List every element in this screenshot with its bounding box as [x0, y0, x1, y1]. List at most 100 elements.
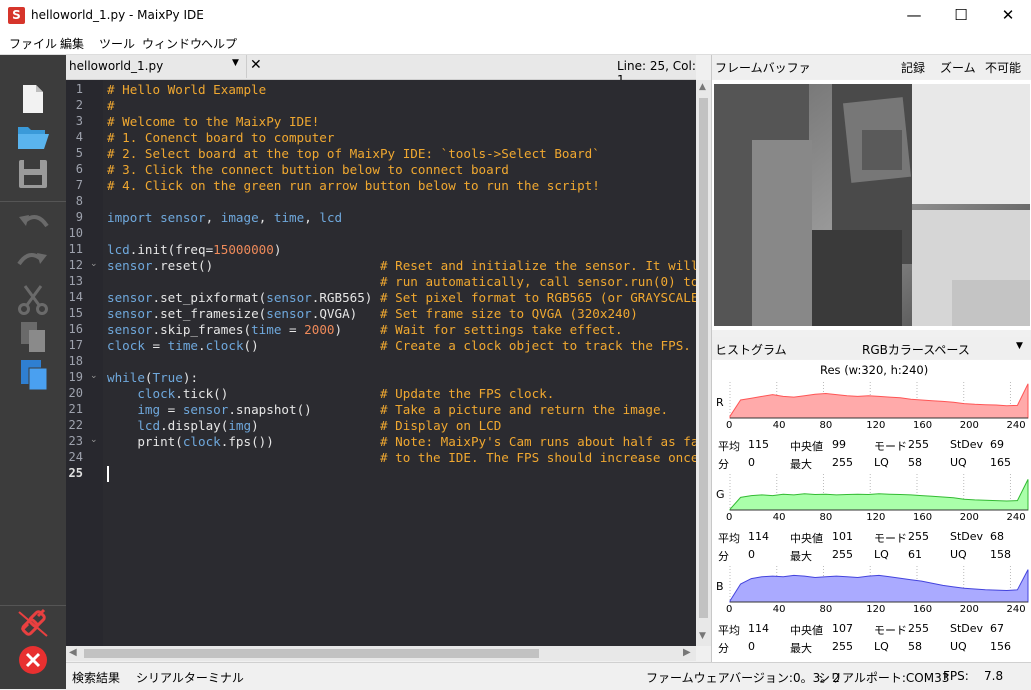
code-line: # 2. Select board at the top of MaixPy I… [107, 146, 600, 161]
fold-toggle-icon[interactable]: ⌄ [90, 259, 98, 269]
stat-uq-label: UQ [950, 640, 967, 653]
tick-label: 0 [726, 420, 733, 431]
line-number: 16 [68, 322, 83, 336]
stat-mean-label: 平均 [718, 624, 740, 637]
stat-max-label: 最大 [790, 642, 812, 655]
menu-tools[interactable]: ツール [99, 35, 135, 52]
fold-toggle-icon[interactable]: ⌄ [90, 371, 98, 381]
fps-label: FPS: [943, 669, 969, 683]
scroll-up-icon[interactable]: ▲ [699, 82, 706, 92]
stat-stdev: 67 [990, 622, 1004, 635]
undo-icon[interactable] [13, 207, 53, 241]
tick-label: 40 [772, 420, 786, 431]
paste-icon[interactable] [13, 357, 53, 391]
maximize-button[interactable]: ☐ [938, 0, 984, 30]
histogram-area-fill [729, 479, 1029, 511]
code-line: # Hello World Example [107, 82, 267, 97]
cut-icon[interactable] [13, 283, 53, 317]
file-selector[interactable]: helloworld_1.py ▼ [66, 55, 247, 78]
line-number: 24 [68, 450, 83, 464]
framebuffer-title: フレームバッファ [715, 61, 811, 75]
horizontal-scroll-thumb[interactable] [84, 649, 539, 658]
line-number: 18 [68, 354, 83, 368]
tick-label: 240 [1006, 604, 1026, 615]
stat-mode: 255 [908, 622, 929, 635]
stat-mean: 114 [748, 622, 769, 635]
tick-label: 160 [912, 604, 933, 615]
menu-bar: ファイル 編集 ツール ウィンドウ ヘルプ [0, 32, 1031, 55]
stat-median-label: 中央値 [790, 440, 823, 453]
open-folder-icon[interactable] [13, 119, 53, 153]
zoom-button[interactable]: ズーム [940, 59, 976, 76]
line-number: 11 [68, 242, 83, 256]
stat-min-label: 分 [718, 642, 729, 655]
vertical-scrollbar[interactable]: ▲ ▼ [696, 80, 711, 646]
code-line: # run automatically, call sensor.run(0) … [107, 274, 696, 289]
stat-mode-label: モード [874, 440, 907, 453]
stat-mode: 255 [908, 530, 929, 543]
redo-icon[interactable] [13, 245, 53, 279]
line-number: 12 [68, 258, 83, 272]
scroll-right-icon[interactable]: ▶ [683, 647, 691, 658]
line-number: 9 [75, 210, 83, 224]
copy-icon[interactable] [13, 320, 53, 354]
tick-label: 160 [912, 420, 933, 431]
camera-image [714, 84, 1030, 326]
menu-file[interactable]: ファイル [9, 35, 57, 52]
close-file-icon[interactable]: ✕ [250, 57, 262, 73]
scroll-down-icon[interactable]: ▼ [699, 631, 706, 641]
code-line: # [107, 98, 115, 113]
line-number: 17 [68, 338, 83, 352]
stat-min: 0 [748, 640, 755, 653]
code-editor[interactable]: 1 2 3 4 5 6 7 8 9 10 11 12 ⌄ 13 14 15 16 17 18 19 ⌄ 20 21 22 23 ⌄… [66, 80, 696, 646]
menu-edit[interactable]: 編集 [60, 35, 84, 52]
stat-mean: 115 [748, 438, 769, 451]
menu-help[interactable]: ヘルプ [201, 35, 237, 52]
record-button[interactable]: 記録 [901, 59, 925, 76]
save-icon[interactable] [13, 157, 53, 191]
scroll-left-icon[interactable]: ◀ [69, 647, 77, 658]
close-button[interactable]: ✕ [985, 0, 1031, 30]
minimize-button[interactable]: — [891, 0, 937, 30]
editor-header: helloworld_1.py ▼ ✕ Line: 25, Col: 1 [66, 55, 696, 87]
vertical-scroll-thumb[interactable] [699, 98, 708, 618]
disable-button[interactable]: 不可能 [985, 59, 1021, 76]
chevron-down-icon[interactable]: ▼ [1016, 341, 1023, 351]
tick-label: 200 [959, 604, 979, 615]
search-results-tab[interactable]: 検索結果 [72, 669, 120, 686]
line-number: 3 [75, 114, 83, 128]
menu-window[interactable]: ウィンドウ [142, 35, 202, 52]
connect-icon[interactable] [13, 606, 53, 640]
code-line: # to the IDE. The FPS should increase on… [379, 450, 696, 465]
stat-median-label: 中央値 [790, 532, 823, 545]
stat-min: 0 [748, 456, 755, 469]
code-line: clock = time.clock() # Create a clock ob… [107, 338, 691, 353]
line-number: 25 [68, 466, 83, 480]
line-number: 14 [68, 290, 83, 304]
stat-lq-label: LQ [874, 548, 889, 561]
stat-stdev-label: StDev [950, 622, 984, 635]
fold-toggle-icon[interactable]: ⌄ [90, 435, 98, 445]
serial-terminal-tab[interactable]: シリアルターミナル [136, 669, 244, 686]
line-number-gutter: 1 2 3 4 5 6 7 8 9 10 11 12 ⌄ 13 14 15 16 17 18 19 ⌄ 20 21 22 23 ⌄… [66, 80, 103, 646]
code-line: lcd.display(img) # Display on LCD [137, 418, 502, 433]
app-logo-icon: S [8, 7, 25, 24]
run-stop-icon[interactable] [13, 643, 53, 677]
tick-label: 200 [959, 420, 979, 431]
toolbar-divider [0, 201, 66, 202]
colorspace-select[interactable]: RGBカラースペース [862, 341, 970, 358]
stat-min-label: 分 [718, 458, 729, 471]
code-line: # 1. Conenct board to computer [107, 130, 335, 145]
stat-lq: 61 [908, 548, 922, 561]
tick-label: 240 [1006, 512, 1026, 523]
tick-label: 80 [819, 512, 833, 523]
line-number: 1 [75, 82, 83, 96]
stat-mean: 114 [748, 530, 769, 543]
code-line: sensor.set_pixformat(sensor.RGB565) # Se… [107, 290, 696, 305]
new-file-icon[interactable] [13, 82, 53, 116]
tick-label: 200 [959, 512, 979, 523]
file-selector-label: helloworld_1.py [69, 59, 164, 73]
horizontal-scrollbar[interactable]: ◀ ▶ [66, 646, 696, 661]
stat-median: 101 [832, 530, 853, 543]
stat-max: 255 [832, 456, 853, 469]
